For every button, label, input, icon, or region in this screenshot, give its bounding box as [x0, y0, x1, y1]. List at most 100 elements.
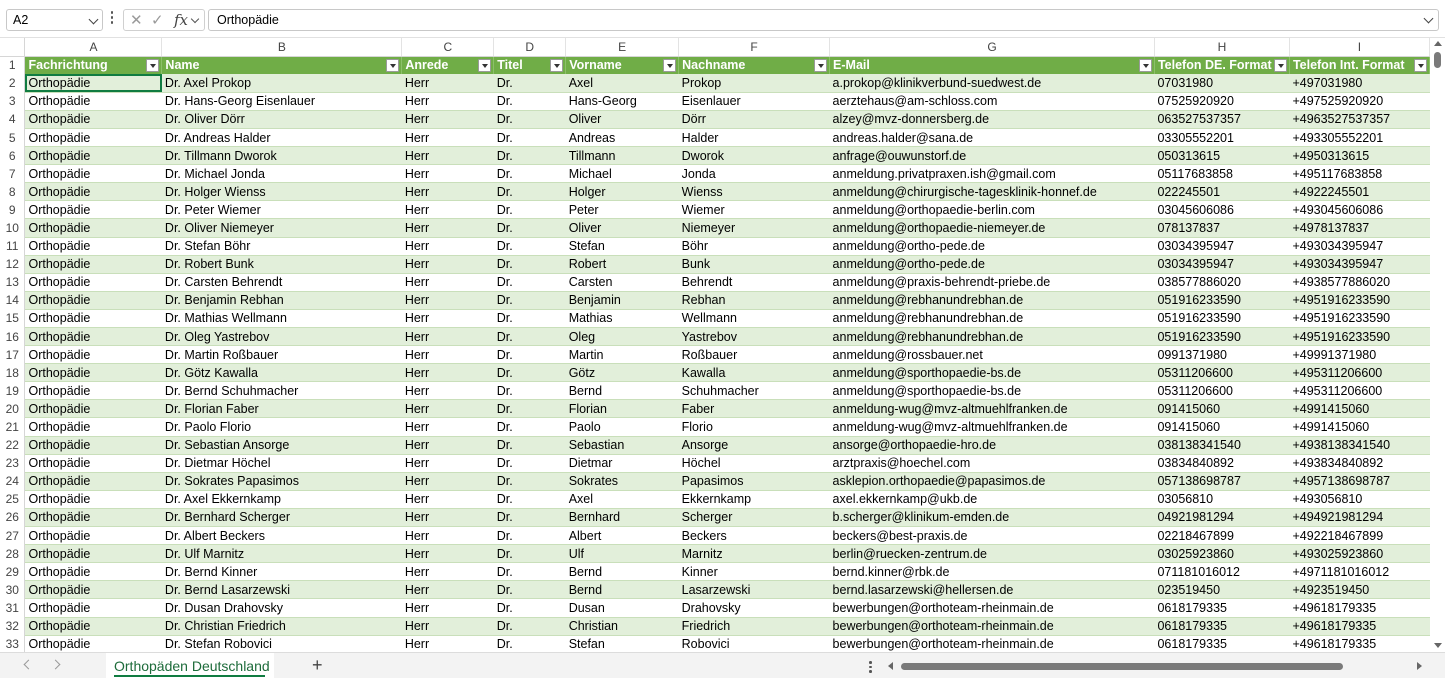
- table-cell[interactable]: Dr. Paolo Florio: [161, 417, 402, 437]
- table-cell[interactable]: Dr.: [493, 110, 566, 129]
- table-cell[interactable]: Herr: [401, 417, 494, 437]
- table-cell[interactable]: Herr: [401, 526, 494, 546]
- table-cell[interactable]: Dr.: [493, 182, 566, 202]
- table-cell[interactable]: anmeldung@ortho-pede.de: [829, 255, 1155, 274]
- table-cell[interactable]: +495311206600: [1289, 363, 1430, 383]
- table-cell[interactable]: +49991371980: [1289, 345, 1430, 365]
- table-cell[interactable]: ansorge@orthopaedie-hro.de: [829, 436, 1155, 455]
- table-cell[interactable]: Dr. Bernd Kinner: [161, 562, 402, 582]
- table-cell[interactable]: Herr: [401, 580, 494, 600]
- table-cell[interactable]: Dr.: [493, 490, 566, 509]
- table-cell[interactable]: Stefan: [565, 237, 679, 256]
- table-cell[interactable]: Herr: [401, 363, 494, 383]
- table-cell[interactable]: 0618179335: [1154, 617, 1290, 636]
- table-cell[interactable]: Dr.: [493, 327, 566, 347]
- table-cell[interactable]: anmeldung@rebhanundrebhan.de: [829, 327, 1155, 347]
- table-cell[interactable]: Dr. Axel Ekkernkamp: [161, 490, 402, 509]
- table-header-cell[interactable]: Nachname: [678, 56, 831, 75]
- column-header-a[interactable]: A: [24, 38, 163, 57]
- table-cell[interactable]: Orthopädie: [24, 472, 162, 491]
- table-cell[interactable]: 05311206600: [1154, 363, 1290, 383]
- table-cell[interactable]: 02218467899: [1154, 526, 1290, 546]
- column-header-e[interactable]: E: [565, 38, 680, 57]
- row-number[interactable]: 26: [0, 508, 26, 527]
- table-cell[interactable]: Dr. Mathias Wellmann: [161, 309, 402, 329]
- table-cell[interactable]: Lasarzewski: [678, 580, 830, 600]
- table-cell[interactable]: Dr.: [493, 381, 566, 401]
- table-cell[interactable]: Orthopädie: [24, 598, 162, 618]
- table-cell[interactable]: Dr.: [493, 92, 566, 111]
- table-cell[interactable]: anmeldung@sporthopaedie-bs.de: [829, 381, 1155, 401]
- table-cell[interactable]: +4963527537357: [1289, 110, 1430, 129]
- row-number[interactable]: 9: [0, 200, 26, 219]
- row-number[interactable]: 5: [0, 128, 26, 147]
- column-header-h[interactable]: H: [1154, 38, 1290, 57]
- table-cell[interactable]: aerztehaus@am-schloss.com: [829, 92, 1155, 111]
- table-cell[interactable]: 03045606086: [1154, 200, 1290, 220]
- table-cell[interactable]: 03305552201: [1154, 128, 1290, 148]
- table-cell[interactable]: Dr.: [493, 508, 566, 528]
- table-cell[interactable]: Carsten: [565, 273, 679, 292]
- table-cell[interactable]: Orthopädie: [24, 309, 162, 329]
- table-cell[interactable]: Orthopädie: [24, 436, 162, 455]
- table-cell[interactable]: +4978137837: [1289, 218, 1430, 238]
- table-cell[interactable]: arztpraxis@hoechel.com: [829, 454, 1155, 473]
- table-cell[interactable]: Roßbauer: [678, 345, 830, 365]
- table-cell[interactable]: 057138698787: [1154, 472, 1290, 491]
- table-cell[interactable]: 050313615: [1154, 146, 1290, 166]
- row-number[interactable]: 6: [0, 146, 26, 165]
- next-sheet-icon[interactable]: [50, 659, 61, 670]
- table-cell[interactable]: Orthopädie: [24, 454, 162, 473]
- table-cell[interactable]: berlin@ruecken-zentrum.de: [829, 544, 1155, 564]
- table-cell[interactable]: 078137837: [1154, 218, 1290, 238]
- table-cell[interactable]: Herr: [401, 74, 494, 93]
- table-cell[interactable]: Bunk: [678, 255, 830, 274]
- row-number[interactable]: 10: [0, 218, 26, 238]
- filter-dropdown-icon[interactable]: [814, 58, 828, 72]
- row-number[interactable]: 12: [0, 255, 26, 274]
- table-cell[interactable]: Dworok: [678, 146, 830, 166]
- table-cell[interactable]: Orthopädie: [24, 363, 162, 383]
- table-cell[interactable]: Herr: [401, 128, 494, 148]
- table-cell[interactable]: Dr. Michael Jonda: [161, 164, 402, 184]
- row-number[interactable]: 13: [0, 273, 26, 292]
- table-cell[interactable]: Orthopädie: [24, 617, 162, 636]
- select-all-corner[interactable]: [0, 38, 26, 57]
- table-cell[interactable]: Dr. Bernd Schuhmacher: [161, 381, 402, 401]
- table-cell[interactable]: Dr. Hans-Georg Eisenlauer: [161, 92, 402, 111]
- table-cell[interactable]: Dr.: [493, 146, 566, 166]
- table-cell[interactable]: Kawalla: [678, 363, 830, 383]
- enter-check-icon[interactable]: ✓: [151, 11, 164, 29]
- row-number[interactable]: 27: [0, 526, 26, 545]
- table-cell[interactable]: 0618179335: [1154, 598, 1290, 618]
- table-cell[interactable]: Dr. Benjamin Rebhan: [161, 291, 402, 310]
- table-cell[interactable]: +4938138341540: [1289, 436, 1430, 455]
- table-cell[interactable]: Dr. Tillmann Dworok: [161, 146, 402, 166]
- table-cell[interactable]: anmeldung@sporthopaedie-bs.de: [829, 363, 1155, 383]
- previous-sheet-icon[interactable]: [23, 659, 34, 670]
- table-cell[interactable]: Dr.: [493, 635, 566, 652]
- table-cell[interactable]: Mathias: [565, 309, 679, 329]
- table-cell[interactable]: Sokrates: [565, 472, 679, 491]
- table-cell[interactable]: anmeldung@chirurgische-tagesklinik-honne…: [829, 182, 1155, 202]
- row-number[interactable]: 7: [0, 164, 26, 183]
- table-cell[interactable]: Orthopädie: [24, 544, 162, 564]
- formula-input[interactable]: Orthopädie: [208, 9, 1439, 31]
- table-cell[interactable]: +493056810: [1289, 490, 1430, 509]
- chevron-down-icon[interactable]: [190, 14, 200, 24]
- table-cell[interactable]: 07031980: [1154, 74, 1290, 93]
- table-cell[interactable]: Dr.: [493, 74, 566, 93]
- table-cell[interactable]: Wellmann: [678, 309, 830, 329]
- table-cell[interactable]: Orthopädie: [24, 146, 162, 166]
- scroll-left-icon[interactable]: [888, 662, 893, 670]
- table-cell[interactable]: Prokop: [678, 74, 830, 93]
- table-cell[interactable]: Rebhan: [678, 291, 830, 310]
- row-number[interactable]: 8: [0, 182, 26, 201]
- table-cell[interactable]: +49618179335: [1289, 635, 1430, 652]
- table-cell[interactable]: +494921981294: [1289, 508, 1430, 528]
- table-cell[interactable]: Dr.: [493, 544, 566, 564]
- row-number[interactable]: 23: [0, 454, 26, 473]
- table-cell[interactable]: Götz: [565, 363, 679, 383]
- table-cell[interactable]: Orthopädie: [24, 580, 162, 600]
- table-cell[interactable]: 071181016012: [1154, 562, 1290, 582]
